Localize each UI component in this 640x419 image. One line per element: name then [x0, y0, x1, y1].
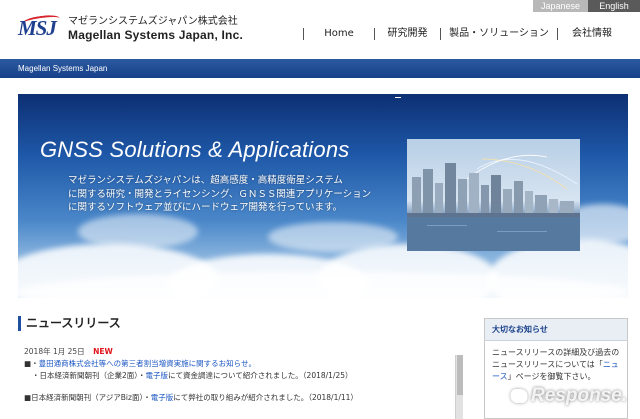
nav-company-link[interactable]: 会社情報: [558, 28, 626, 40]
breadcrumb-bar: Magellan Systems Japan: [0, 59, 640, 78]
company-logo[interactable]: MSJ マゼランシステムズジャパン株式会社 Magellan Systems J…: [18, 13, 243, 44]
nav-rd-link[interactable]: 研究開発: [375, 28, 440, 40]
logo-company-jp: マゼランシステムズジャパン株式会社: [68, 16, 238, 27]
news-item-1-digital-link[interactable]: 電子版: [146, 371, 169, 380]
nav-home-link[interactable]: Home: [304, 28, 374, 40]
city-skyline-photo: [407, 139, 580, 251]
news-scrollbar[interactable]: [455, 355, 463, 419]
response-watermark: Response.: [508, 385, 628, 407]
news-item-1: ■・豊田通商株式会社等への第三者割当増資実施に関するお知らせ。: [24, 358, 444, 370]
news-item-2: ■日本経済新聞朝刊（アジアBiz面）・電子版にて弊社の取り組みが紹介されました。…: [24, 392, 444, 404]
news-item-2-prefix: ■日本経済新聞朝刊（アジアBiz面）・: [24, 393, 151, 402]
breadcrumb: Magellan Systems Japan: [18, 64, 108, 73]
news-bullet: ■・: [24, 359, 39, 368]
hero-indicator: [395, 97, 401, 98]
logo-company-en: Magellan Systems Japan, Inc.: [68, 28, 244, 42]
watermark-text: Response.: [531, 385, 628, 406]
language-switcher: Japanese English: [533, 0, 640, 12]
main-nav: Home 研究開発 製品・ソリューション 会社情報: [303, 28, 626, 40]
news-list: 2018年 1月 25日 NEW ■・豊田通商株式会社等への第三者割当増資実施に…: [24, 346, 444, 404]
satellite-orbit-icon: [407, 154, 580, 251]
hero-line-2: に関する研究・開発とライセンシング、ＧＮＳＳ関連アプリケーション: [68, 188, 372, 200]
notice-text-after: 」ページを御覧下さい。: [507, 372, 596, 381]
hero-title: GNSS Solutions & Applications: [40, 137, 350, 162]
news-item-1-link[interactable]: 豊田通商株式会社等への第三者割当増資実施に関するお知らせ。: [39, 359, 256, 368]
logo-text: マゼランシステムズジャパン株式会社 Magellan Systems Japan…: [68, 16, 243, 42]
new-badge: NEW: [93, 347, 113, 356]
msj-logo-icon: MSJ: [18, 13, 64, 44]
news-item-1-sub-prefix: ・日本経済新聞朝刊（企業2面）・: [32, 371, 146, 380]
hero-line-1: マゼランシステムズジャパンは、超高感度・高精度衛星システム: [68, 175, 343, 186]
notice-body: ニュースリリースの詳細及び過去のニュースリリースについては「ニュース」ページを御…: [485, 341, 627, 389]
hero-banner: GNSS Solutions & Applications マゼランシステムズジ…: [18, 94, 628, 298]
news-item-2-digital-link[interactable]: 電子版: [151, 393, 174, 402]
response-logo-icon: [508, 389, 530, 403]
news-item-2-suffix: にて弊社の取り組みが紹介されました。（2018/1/11）: [173, 393, 358, 402]
notice-text-before: ニュースリリースの詳細及び過去のニュースリリースについては「: [492, 348, 620, 369]
news-heading: ニュースリリース: [26, 316, 121, 330]
language-japanese-button[interactable]: Japanese: [533, 0, 588, 12]
hero-line-3: に関するソフトウェア並びにハードウェア開発を行っています。: [68, 202, 343, 213]
news-date-row: 2018年 1月 25日 NEW: [24, 346, 444, 358]
notice-heading: 大切なお知らせ: [485, 319, 627, 341]
news-item-1-detail: ・日本経済新聞朝刊（企業2面）・電子版にて資金調達について紹介されました。（20…: [24, 370, 444, 382]
news-item-1-sub-suffix: にて資金調達について紹介されました。（2018/1/25）: [168, 371, 353, 380]
news-date: 2018年 1月 25日: [24, 347, 85, 356]
news-section-header: ニュースリリース: [18, 316, 121, 331]
news-scrollbar-thumb[interactable]: [457, 355, 463, 395]
logo-mark-text: MSJ: [18, 16, 57, 40]
language-english-button[interactable]: English: [588, 0, 640, 12]
hero-description: マゼランシステムズジャパンは、超高感度・高精度衛星システム に関する研究・開発と…: [68, 174, 408, 215]
nav-products-link[interactable]: 製品・ソリューション: [441, 28, 557, 40]
section-marker: [18, 316, 21, 331]
